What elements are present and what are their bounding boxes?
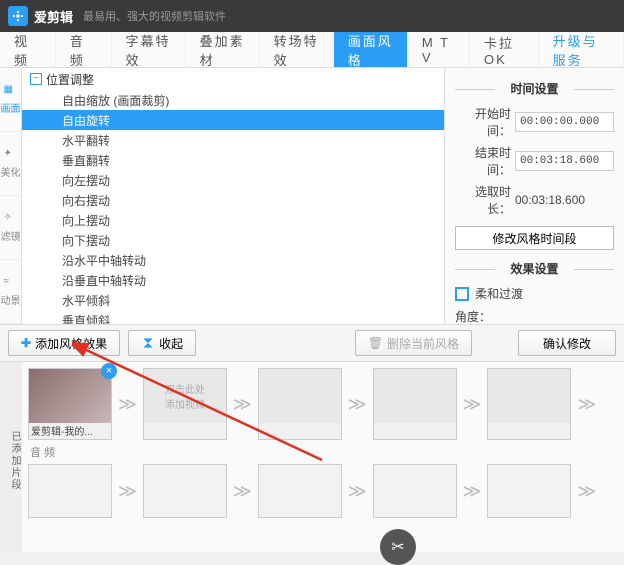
arrow-icon: ≫ xyxy=(463,481,482,502)
sparkle-icon: ✦ xyxy=(4,148,18,162)
clip-caption: 爱剪辑-我的... xyxy=(29,423,111,439)
arrow-icon: ≫ xyxy=(577,394,596,415)
clip-item[interactable]: × 爱剪辑-我的... xyxy=(28,368,112,440)
leftbar-beautify[interactable]: ✦美化 xyxy=(0,132,21,196)
audio-clip-placeholder[interactable] xyxy=(258,464,342,518)
tab-mtv[interactable]: M T V xyxy=(408,32,470,67)
clip-placeholder[interactable]: 双击此处添加视频 xyxy=(143,368,227,440)
tab-audio[interactable]: 音 频 xyxy=(56,32,112,67)
hourglass-icon xyxy=(141,336,155,350)
tab-subtitle[interactable]: 字幕特效 xyxy=(112,32,186,67)
arrow-icon: ≫ xyxy=(233,394,252,415)
leftbar-picture[interactable]: ▦画面 xyxy=(0,68,21,132)
angle-label: 角度： xyxy=(455,308,491,324)
tree-item[interactable]: 沿水平中轴转动 xyxy=(22,250,444,270)
arrow-icon: ≫ xyxy=(118,394,137,415)
end-time-input[interactable]: 00:03:18.600 xyxy=(515,151,614,171)
tree-item[interactable]: 向上摆动 xyxy=(22,210,444,230)
audio-track-label: 音 频 xyxy=(30,444,618,460)
picture-icon: ▦ xyxy=(4,84,18,98)
duration-label: 选取时长： xyxy=(455,183,511,217)
action-bar: ✚ 添加风格效果 收起 🗑 删除当前风格 确认修改 xyxy=(0,324,624,362)
start-time-input[interactable]: 00:00:00.000 xyxy=(515,112,614,132)
main-tabs: 视 频 音 频 字幕特效 叠加素材 转场特效 画面风格 M T V 卡拉OK 升… xyxy=(0,32,624,68)
collapse-button[interactable]: 收起 xyxy=(128,330,196,356)
tree-item[interactable]: 水平倾斜 xyxy=(22,290,444,310)
wave-icon: ≈ xyxy=(4,276,18,290)
clip-thumbnail: × xyxy=(29,369,111,423)
collapse-icon: − xyxy=(30,73,42,85)
tree-item[interactable]: 自由缩放 (画面裁剪) xyxy=(22,90,444,110)
scissors-icon: ✂ xyxy=(391,537,404,557)
audio-clip-placeholder[interactable] xyxy=(487,464,571,518)
confirm-button[interactable]: 确认修改 xyxy=(518,330,616,356)
audio-clip-placeholder[interactable] xyxy=(28,464,112,518)
app-tagline: 最易用、强大的视频剪辑软件 xyxy=(83,8,226,24)
tab-karaoke[interactable]: 卡拉OK xyxy=(470,32,539,67)
arrow-icon: ≫ xyxy=(118,481,137,502)
tree-item[interactable]: 向左摆动 xyxy=(22,170,444,190)
tree-item[interactable]: 垂直翻转 xyxy=(22,150,444,170)
tab-overlay[interactable]: 叠加素材 xyxy=(186,32,260,67)
app-logo xyxy=(8,6,28,26)
soft-transition-checkbox[interactable] xyxy=(455,287,469,301)
tree-item[interactable]: 向右摆动 xyxy=(22,190,444,210)
soft-transition-label: 柔和过渡 xyxy=(475,285,523,302)
tree-group-label: 位置调整 xyxy=(46,71,94,88)
tab-video[interactable]: 视 频 xyxy=(0,32,56,67)
wand-icon: ✧ xyxy=(4,212,18,226)
leftbar-filter[interactable]: ✧滤镜 xyxy=(0,196,21,260)
tree-group-header[interactable]: − 位置调整 xyxy=(22,68,444,90)
right-panel: 时间设置 开始时间：00:00:00.000 结束时间：00:03:18.600… xyxy=(444,68,624,324)
arrow-icon: ≫ xyxy=(577,481,596,502)
trash-icon: 🗑 xyxy=(368,336,383,350)
end-time-label: 结束时间： xyxy=(455,144,511,178)
clip-placeholder[interactable] xyxy=(258,368,342,440)
tree-item[interactable]: 自由旋转 xyxy=(22,110,444,130)
audio-clip-placeholder[interactable] xyxy=(143,464,227,518)
arrow-icon: ≫ xyxy=(348,481,367,502)
app-name: 爱剪辑 xyxy=(34,7,73,26)
clip-close-button[interactable]: × xyxy=(101,363,117,379)
arrow-icon: ≫ xyxy=(348,394,367,415)
tree-item[interactable]: 水平翻转 xyxy=(22,130,444,150)
effect-panel-title: 效果设置 xyxy=(455,260,614,277)
timeline-body: × 爱剪辑-我的... ≫ 双击此处添加视频 ≫ ≫ ≫ ≫ 音 频 ≫ ≫ ≫ xyxy=(22,362,624,552)
tab-transition[interactable]: 转场特效 xyxy=(260,32,334,67)
plus-icon: ✚ xyxy=(21,336,31,350)
scissors-button[interactable]: ✂ xyxy=(380,529,416,565)
timeline-side-label: 已添加片段 xyxy=(0,362,22,552)
clip-placeholder[interactable] xyxy=(487,368,571,440)
add-style-button[interactable]: ✚ 添加风格效果 xyxy=(8,330,120,356)
left-sidebar: ▦画面 ✦美化 ✧滤镜 ≈动景 xyxy=(0,68,22,324)
duration-value: 00:03:18.600 xyxy=(515,193,585,207)
tree-item[interactable]: 向下摆动 xyxy=(22,230,444,250)
leftbar-scene[interactable]: ≈动景 xyxy=(0,260,21,324)
tree-item[interactable]: 垂直倾斜 xyxy=(22,310,444,324)
delete-style-button[interactable]: 🗑 删除当前风格 xyxy=(355,330,472,356)
clip-placeholder[interactable] xyxy=(373,368,457,440)
tab-style[interactable]: 画面风格 xyxy=(334,32,408,67)
titlebar: 爱剪辑 最易用、强大的视频剪辑软件 xyxy=(0,0,624,32)
arrow-icon: ≫ xyxy=(463,394,482,415)
arrow-icon: ≫ xyxy=(233,481,252,502)
start-time-label: 开始时间： xyxy=(455,105,511,139)
modify-time-button[interactable]: 修改风格时间段 xyxy=(455,226,614,250)
audio-clip-placeholder[interactable] xyxy=(373,464,457,518)
tree-item[interactable]: 沿垂直中轴转动 xyxy=(22,270,444,290)
effect-tree: − 位置调整 自由缩放 (画面裁剪) 自由旋转 水平翻转 垂直翻转 向左摆动 向… xyxy=(22,68,444,324)
time-panel-title: 时间设置 xyxy=(455,80,614,97)
tab-upgrade[interactable]: 升级与服务 xyxy=(539,32,624,67)
